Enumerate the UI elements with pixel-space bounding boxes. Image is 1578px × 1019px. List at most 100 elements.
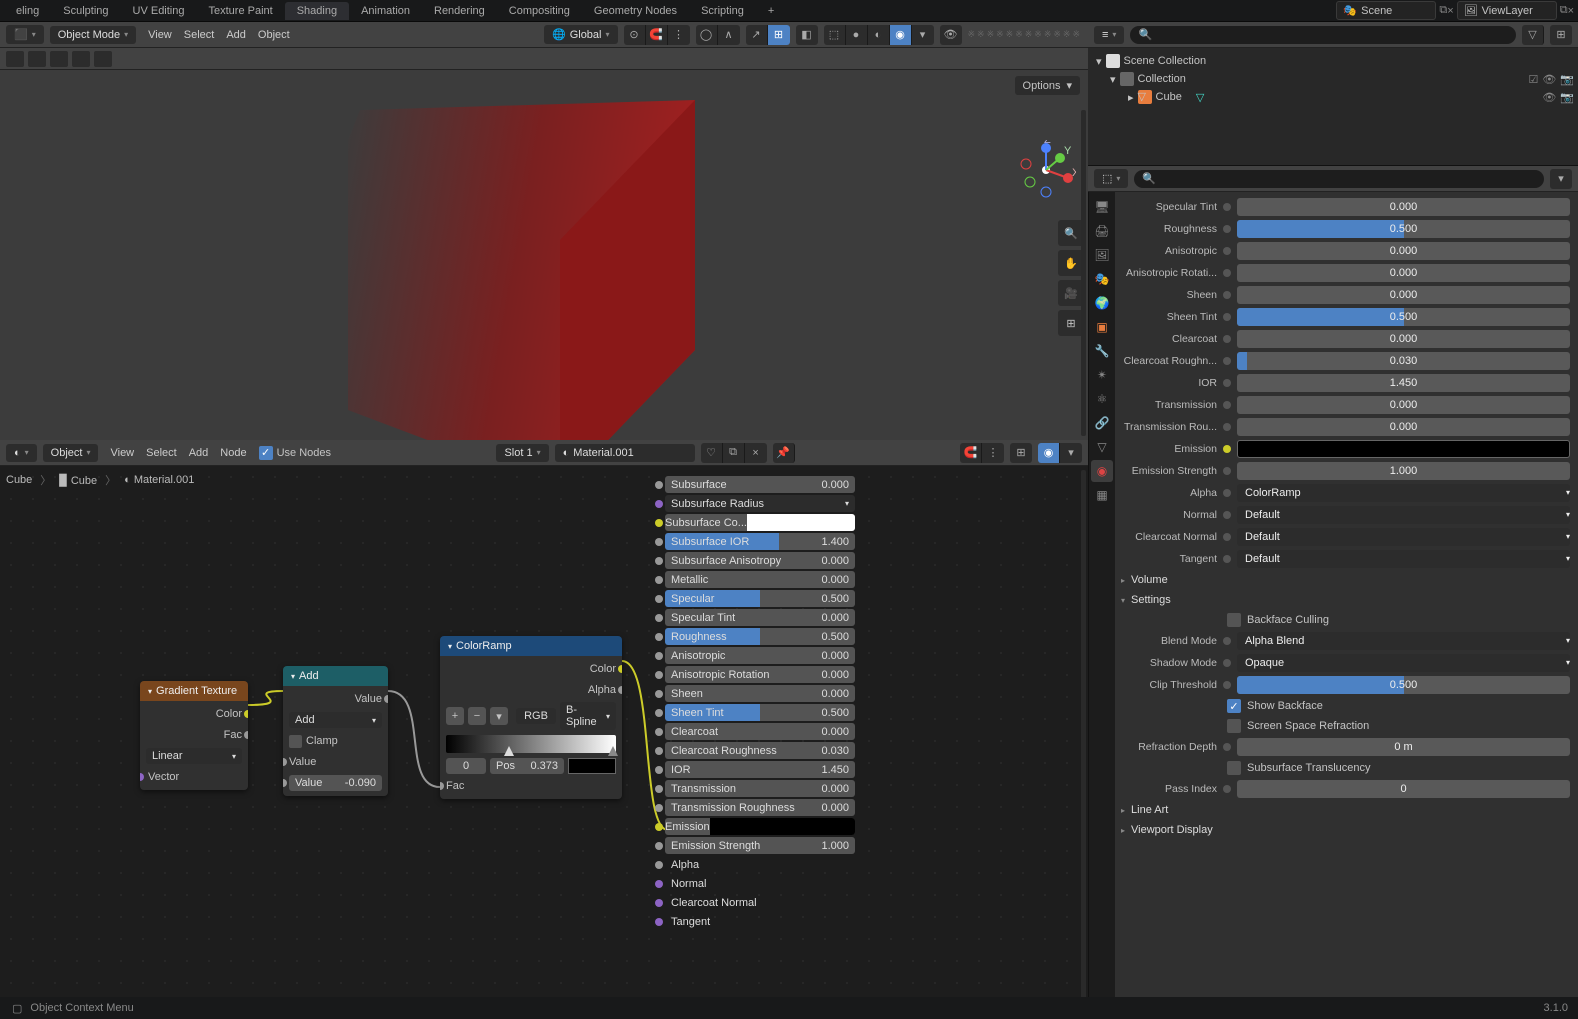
bsdf-normal[interactable]: Normal xyxy=(665,875,855,892)
ramp-stop-color[interactable] xyxy=(568,758,616,774)
ramp-remove-stop[interactable]: − xyxy=(468,707,486,725)
scene-selector[interactable]: 🎭Scene xyxy=(1336,1,1436,20)
ptab-material[interactable]: ◉ xyxy=(1091,460,1113,482)
mat-fakeuser-icon[interactable]: ♡ xyxy=(701,443,723,463)
material-selector[interactable]: ◐ Material.001 xyxy=(555,444,695,462)
ne-snap-type[interactable]: ⋮ xyxy=(982,443,1004,463)
bsdf-clearcoat[interactable]: Clearcoat0.000 xyxy=(665,723,855,740)
sel-tool-2[interactable] xyxy=(28,51,46,67)
bsdf-transmission[interactable]: Transmission0.000 xyxy=(665,780,855,797)
bsdf-clearcoat-roughness[interactable]: Clearcoat Roughness0.030 xyxy=(665,742,855,759)
show-overlays-icon[interactable]: ⊞ xyxy=(768,25,790,45)
ptab-physics[interactable]: ⚛ xyxy=(1091,388,1113,410)
viewport-scrollbar[interactable] xyxy=(1081,110,1086,436)
shading-opts-icon[interactable]: ▾ xyxy=(912,25,934,45)
xray-icon[interactable]: ◧ xyxy=(796,25,818,45)
breadcrumb-item[interactable]: ◐ Material.001 xyxy=(124,474,194,486)
bsdf-alpha[interactable]: Alpha xyxy=(665,856,855,873)
sel-tool-1[interactable] xyxy=(6,51,24,67)
node-colorramp[interactable]: ▾ColorRamp Color Alpha + − ▾ RGB B-Splin… xyxy=(440,636,622,799)
workspace-tab[interactable]: Rendering xyxy=(422,2,497,20)
viewport-menu-object[interactable]: Object xyxy=(252,29,296,41)
tree-collection[interactable]: ▾Collection☑👁📷 xyxy=(1092,70,1574,88)
node-menu-select[interactable]: Select xyxy=(140,447,183,459)
viewport-menu-select[interactable]: Select xyxy=(178,29,221,41)
ne-backdrop-icon[interactable]: ◉ xyxy=(1038,443,1060,463)
workspace-tab[interactable]: Sculpting xyxy=(51,2,120,20)
check-subsurface-translucency[interactable]: Subsurface Translucency xyxy=(1119,758,1570,778)
prop-specular-tint[interactable]: Specular Tint0.000 xyxy=(1119,196,1570,217)
ptab-object[interactable]: ▣ xyxy=(1091,316,1113,338)
scene-browse-icon[interactable]: ⧉ xyxy=(1439,4,1447,17)
ramp-mode[interactable]: RGB xyxy=(516,708,556,724)
sel-tool-3[interactable] xyxy=(50,51,68,67)
bsdf-subsurface-ior[interactable]: Subsurface IOR1.400 xyxy=(665,533,855,550)
workspace-tab[interactable]: Texture Paint xyxy=(197,2,285,20)
workspace-tab[interactable]: UV Editing xyxy=(121,2,197,20)
bsdf-emission[interactable]: Emission xyxy=(665,818,855,835)
bsdf-specular-tint[interactable]: Specular Tint0.000 xyxy=(665,609,855,626)
prop-ior[interactable]: IOR1.450 xyxy=(1119,372,1570,393)
snap-icon[interactable]: 🧲 xyxy=(646,25,668,45)
ptab-world[interactable]: 🌍 xyxy=(1091,292,1113,314)
solid-icon[interactable]: ● xyxy=(846,25,868,45)
prop-emission-strength[interactable]: Emission Strength1.000 xyxy=(1119,460,1570,481)
bsdf-specular[interactable]: Specular0.500 xyxy=(665,590,855,607)
ptab-render[interactable]: 🖥 xyxy=(1091,196,1113,218)
colorramp-gradient[interactable] xyxy=(446,735,616,753)
prop-anisotropic[interactable]: Anisotropic0.000 xyxy=(1119,240,1570,261)
show-gizmo-icon[interactable]: ↗ xyxy=(746,25,768,45)
bsdf-roughness[interactable]: Roughness0.500 xyxy=(665,628,855,645)
mat-copy-icon[interactable]: ⧉ xyxy=(723,443,745,463)
breadcrumb-item[interactable]: Cube xyxy=(6,474,32,486)
ne-snap-icon[interactable]: 🧲 xyxy=(960,443,982,463)
bsdf-anisotropic[interactable]: Anisotropic0.000 xyxy=(665,647,855,664)
check-screen-space-refraction[interactable]: Screen Space Refraction xyxy=(1119,716,1570,736)
ramp-stop-index[interactable]: 0 xyxy=(446,758,486,774)
rendered-icon[interactable]: ◉ xyxy=(890,25,912,45)
bsdf-anisotropic-rotation[interactable]: Anisotropic Rotation0.000 xyxy=(665,666,855,683)
bsdf-subsurface-anisotropy[interactable]: Subsurface Anisotropy0.000 xyxy=(665,552,855,569)
prop-normal[interactable]: NormalDefault▾ xyxy=(1119,504,1570,525)
node-data-type[interactable]: Object▾ xyxy=(43,444,99,462)
prop-clearcoat-roughn-[interactable]: Clearcoat Roughn...0.030 xyxy=(1119,350,1570,371)
ptab-modifiers[interactable]: 🔧 xyxy=(1091,340,1113,362)
prop-clearcoat-normal[interactable]: Clearcoat NormalDefault▾ xyxy=(1119,526,1570,547)
prop-refraction-depth[interactable]: Refraction Depth0 m xyxy=(1119,736,1570,757)
viewport-menu-view[interactable]: View xyxy=(142,29,178,41)
sel-tool-5[interactable] xyxy=(94,51,112,67)
props-options-icon[interactable]: ▾ xyxy=(1550,169,1572,189)
ptab-output[interactable]: 🖨 xyxy=(1091,220,1113,242)
sel-tool-4[interactable] xyxy=(72,51,90,67)
prop-pass-index[interactable]: Pass Index0 xyxy=(1119,778,1570,799)
tree-scene-collection[interactable]: ▾Scene Collection xyxy=(1092,52,1574,70)
prop-transmission-rou-[interactable]: Transmission Rou...0.000 xyxy=(1119,416,1570,437)
ramp-add-stop[interactable]: + xyxy=(446,707,464,725)
node-editor-type[interactable]: ◐▾ xyxy=(6,444,37,462)
node-gradient-texture[interactable]: ▾Gradient Texture Color Fac Linear▾ Vect… xyxy=(140,681,248,790)
props-mode[interactable]: ⬚▾ xyxy=(1094,169,1128,188)
check-backface-culling[interactable]: Backface Culling xyxy=(1119,610,1570,630)
node-menu-view[interactable]: View xyxy=(104,447,140,459)
bsdf-subsurface[interactable]: Subsurface0.000 xyxy=(665,476,855,493)
bsdf-ior[interactable]: IOR1.450 xyxy=(665,761,855,778)
ramp-interp[interactable]: B-Spline▾ xyxy=(560,702,616,730)
section-line-art[interactable]: ▸Line Art xyxy=(1119,800,1570,820)
prop-anisotropic-rotati-[interactable]: Anisotropic Rotati...0.000 xyxy=(1119,262,1570,283)
outliner-search[interactable]: 🔍 xyxy=(1130,26,1516,44)
ne-overlay-icon[interactable]: ⊞ xyxy=(1010,443,1032,463)
prop-alpha[interactable]: AlphaColorRamp▾ xyxy=(1119,482,1570,503)
proportional-type-icon[interactable]: ∧ xyxy=(718,25,740,45)
outliner-filter-icon[interactable]: ▽ xyxy=(1522,25,1544,45)
node-scrollbar[interactable] xyxy=(1081,470,1086,1015)
workspace-tab[interactable]: Scripting xyxy=(689,2,756,20)
viewlayer-close-icon[interactable]: × xyxy=(1568,5,1574,17)
mode-selector[interactable]: Object Mode▾ xyxy=(50,26,136,44)
ptab-texture[interactable]: ▦ xyxy=(1091,484,1113,506)
pivot-icon[interactable]: ⊙ xyxy=(624,25,646,45)
snap-type-icon[interactable]: ⋮ xyxy=(668,25,690,45)
section-viewport-display[interactable]: ▸Viewport Display xyxy=(1119,820,1570,840)
node-editor-canvas[interactable]: Cube〉 ▉ Cube〉 ◐ Material.001 ▾Gradient T… xyxy=(0,466,1088,1019)
orientation-selector[interactable]: 🌐 Global▾ xyxy=(544,25,618,44)
prop-blend-mode[interactable]: Blend ModeAlpha Blend▾ xyxy=(1119,630,1570,651)
